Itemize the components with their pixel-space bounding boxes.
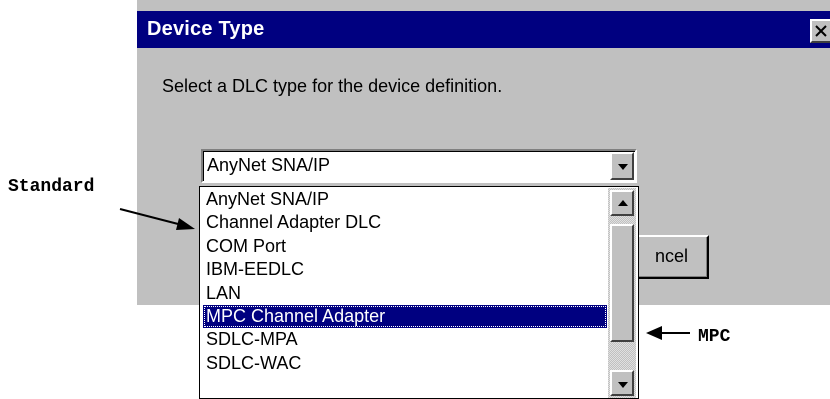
- arrow-mpc: [646, 326, 690, 340]
- annotation-arrows: [119, 208, 690, 340]
- arrow-standard: [119, 208, 195, 230]
